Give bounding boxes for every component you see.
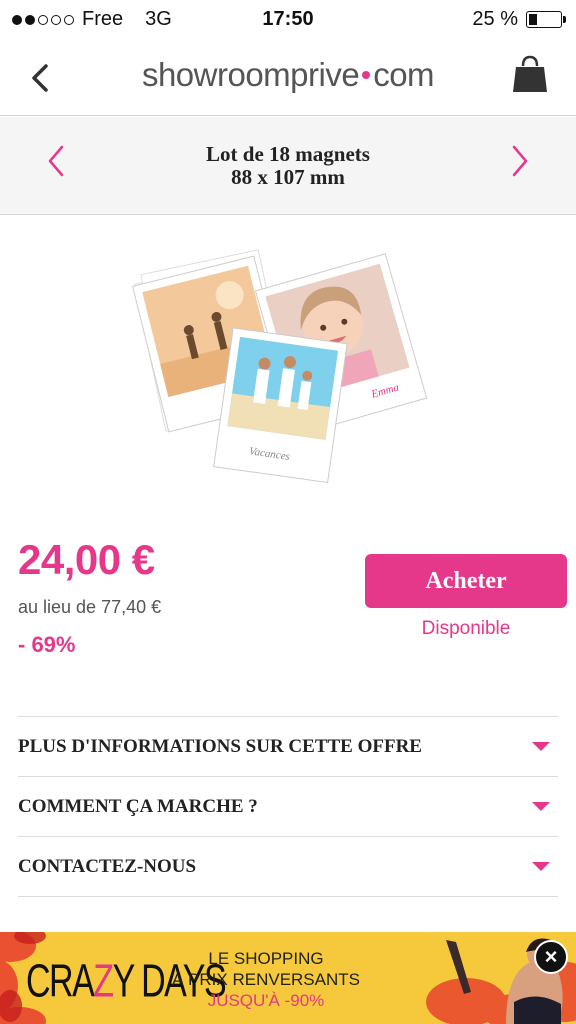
accordion-contact[interactable]: CONTACTEZ-NOUS	[18, 836, 558, 896]
accordion-how-it-works[interactable]: COMMENT ÇA MARCHE ?	[18, 776, 558, 836]
shopping-bag-icon[interactable]	[512, 54, 548, 94]
product-title: Lot de 18 magnets 88 x 107 mm	[206, 142, 370, 189]
promo-banner[interactable]: CRAZY DAYS LE SHOPPING À PRIX RENVERSANT…	[0, 932, 576, 1024]
product-image: Emma Vacances	[131, 249, 428, 484]
close-banner-button[interactable]: ×	[534, 940, 568, 974]
previous-product-icon[interactable]	[42, 141, 72, 181]
next-product-icon[interactable]	[504, 141, 534, 181]
accordion-label: CONTACTEZ-NOUS	[18, 856, 197, 877]
original-price: au lieu de 77,40 €	[18, 597, 162, 617]
status-bar: Free 3G 17:50 25 %	[0, 0, 576, 40]
product-header: Lot de 18 magnets 88 x 107 mm	[0, 117, 576, 215]
logo-dot	[362, 71, 371, 79]
discount-percent: - 69%	[18, 632, 76, 657]
nav-bar: showroomprive com	[0, 40, 576, 116]
sale-price: 24,00 €	[18, 536, 155, 583]
logo[interactable]: showroomprive com	[0, 56, 576, 94]
accordion-more-info[interactable]: PLUS D'INFORMATIONS SUR CETTE OFFRE	[18, 716, 558, 776]
accordion-label: COMMENT ÇA MARCHE ?	[18, 796, 258, 817]
battery-percent: 25 %	[472, 8, 518, 30]
banner-text: LE SHOPPING À PRIX RENVERSANTS JUSQU'À -…	[172, 949, 360, 1010]
battery-icon	[526, 11, 566, 28]
caret-down-icon	[532, 862, 550, 871]
divider	[18, 896, 558, 897]
availability-status: Disponible	[421, 618, 511, 639]
caret-down-icon	[532, 742, 550, 751]
accordion-label: PLUS D'INFORMATIONS SUR CETTE OFFRE	[18, 736, 422, 757]
caret-down-icon	[532, 802, 550, 811]
buy-button[interactable]: Acheter	[365, 554, 567, 608]
